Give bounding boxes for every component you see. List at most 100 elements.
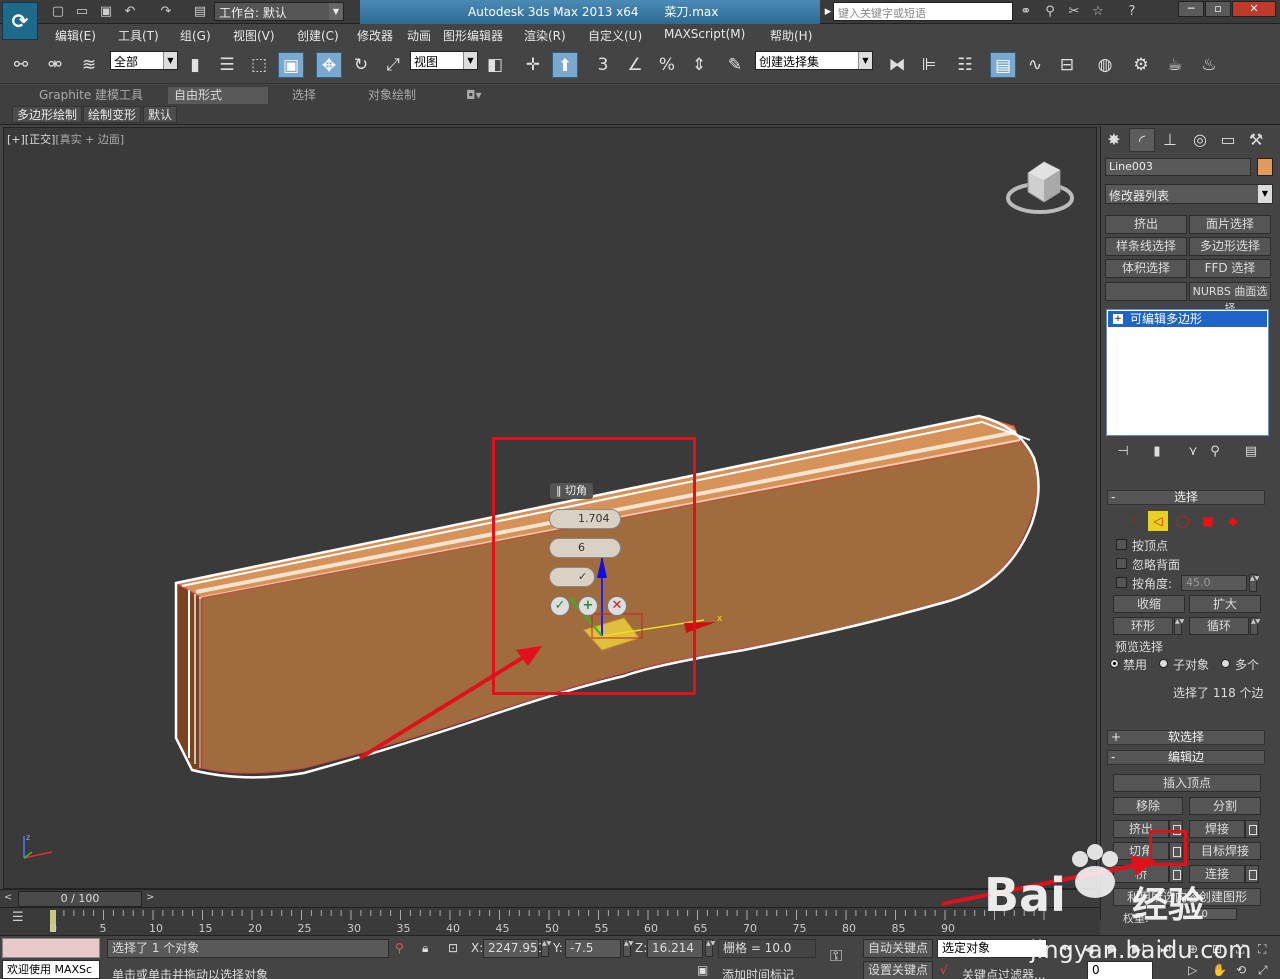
rendered-frame-icon[interactable]: ☕ bbox=[1162, 52, 1188, 78]
fov-icon[interactable]: ▷ bbox=[1188, 963, 1197, 977]
x-spinner[interactable]: ▲▼ bbox=[541, 939, 551, 957]
pivot-center-icon[interactable]: ◧ bbox=[482, 52, 508, 78]
set-key-button[interactable]: 设置关键点 bbox=[863, 961, 933, 979]
menu-group[interactable]: 组(G) bbox=[180, 27, 211, 44]
new-file-icon[interactable]: ▢ bbox=[50, 4, 66, 20]
material-editor-icon[interactable]: ◍ bbox=[1092, 52, 1118, 78]
named-selection-select[interactable]: 创建选择集 ▼ bbox=[755, 51, 873, 70]
by-vertex-checkbox[interactable] bbox=[1116, 539, 1127, 550]
menu-graph-editors[interactable]: 图形编辑器 bbox=[443, 27, 503, 44]
object-name-input[interactable]: Line003 bbox=[1105, 158, 1251, 176]
ribbon-sub-defaults[interactable]: 默认 bbox=[143, 106, 178, 123]
connect-button[interactable]: 连接 bbox=[1189, 865, 1245, 883]
modifier-stack[interactable]: + 可编辑多边形 bbox=[1106, 309, 1269, 436]
weight-field[interactable]: 1.0 bbox=[1187, 908, 1237, 920]
absolute-mode-icon[interactable]: ⊡ bbox=[448, 941, 458, 955]
curve-editor-icon[interactable]: ∿ bbox=[1022, 52, 1048, 78]
help-icon[interactable]: ? bbox=[1124, 4, 1140, 20]
selection-filter-select[interactable]: 全部 ▼ bbox=[110, 51, 178, 70]
open-file-icon[interactable]: ▭ bbox=[74, 4, 90, 20]
mod-spline-select-button[interactable]: 样条线选择 bbox=[1105, 237, 1187, 256]
maxscript-mini-listener[interactable]: 欢迎使用 MAXSc bbox=[2, 960, 100, 979]
close-button[interactable]: ✕ bbox=[1232, 1, 1276, 17]
angle-snap-icon[interactable]: ∠ bbox=[622, 52, 648, 78]
select-manipulate-icon[interactable]: ✛ bbox=[520, 52, 546, 78]
add-time-tag[interactable]: 添加时间标记 bbox=[722, 966, 794, 979]
border-subobj-icon[interactable]: ◯ bbox=[1173, 511, 1193, 531]
y-spinner[interactable]: ▲▼ bbox=[623, 939, 633, 957]
render-teapot-icon[interactable]: ♨ bbox=[1196, 52, 1222, 78]
mod-patch-select-button[interactable]: 面片选择 bbox=[1189, 215, 1271, 234]
key-filters-button[interactable]: 关键点过滤器... bbox=[962, 966, 1045, 979]
minimize-button[interactable]: ─ bbox=[1178, 1, 1204, 17]
motion-tab-icon[interactable]: ◎ bbox=[1187, 128, 1213, 152]
vertex-subobj-icon[interactable]: ⁖ bbox=[1123, 511, 1143, 531]
percent-snap-icon[interactable]: % bbox=[654, 52, 680, 78]
shrink-button[interactable]: 收缩 bbox=[1113, 595, 1185, 613]
mod-ffd-select-button[interactable]: FFD 选择 bbox=[1189, 259, 1271, 278]
menu-views[interactable]: 视图(V) bbox=[233, 27, 275, 44]
orbit-icon[interactable]: ⟲ bbox=[1236, 963, 1246, 977]
rollout-edit-edges[interactable]: - 编辑边 bbox=[1107, 750, 1265, 765]
goto-start-icon[interactable]: ⏮ bbox=[1060, 942, 1071, 957]
workspace-select[interactable]: 工作台: 默认 ▼ bbox=[214, 2, 344, 21]
z-coord-field[interactable]: 16.214 bbox=[647, 939, 703, 958]
ribbon-sub-paint-deform[interactable]: 绘制变形 bbox=[83, 106, 142, 123]
align-icon[interactable]: ⊫ bbox=[916, 52, 942, 78]
rollout-soft-selection[interactable]: + 软选择 bbox=[1107, 730, 1265, 745]
ref-coord-select[interactable]: 视图 ▼ bbox=[410, 51, 478, 70]
redo-icon[interactable]: ↷ bbox=[158, 4, 174, 20]
menu-modifiers[interactable]: 修改器 bbox=[357, 27, 393, 44]
menu-help[interactable]: 帮助(H) bbox=[770, 27, 812, 44]
render-setup-icon[interactable]: ⚙ bbox=[1128, 52, 1154, 78]
keyboard-shortcut-icon[interactable]: ⬆ bbox=[552, 52, 578, 78]
binoculars-icon[interactable]: ⚭ bbox=[1018, 4, 1034, 20]
ignore-backface-checkbox[interactable] bbox=[1116, 558, 1127, 569]
slider-left-icon[interactable]: < bbox=[4, 892, 12, 903]
menu-maxscript[interactable]: MAXScript(M) bbox=[664, 27, 745, 41]
object-color-swatch[interactable] bbox=[1257, 158, 1273, 176]
key-icon[interactable]: ⚲ bbox=[1042, 4, 1058, 20]
mod-poly-select-button[interactable]: 多边形选择 bbox=[1189, 237, 1271, 256]
time-slider-thumb[interactable]: 0 / 100 bbox=[18, 891, 142, 907]
move-icon[interactable]: ✥ bbox=[316, 52, 342, 78]
set-key-big-icon[interactable]: ⚿ bbox=[830, 946, 842, 966]
rotate-icon[interactable]: ↻ bbox=[348, 52, 374, 78]
star-icon[interactable]: ☆ bbox=[1090, 4, 1106, 20]
key-tangent-icon[interactable]: √ bbox=[940, 963, 948, 977]
angle-spinner[interactable]: ▲▼ bbox=[1249, 574, 1259, 592]
unlink-icon[interactable]: ⚮ bbox=[42, 52, 68, 78]
link-icon[interactable]: ⚯ bbox=[8, 52, 34, 78]
time-tag-icon[interactable]: ▣ bbox=[697, 963, 708, 977]
menu-customize[interactable]: 自定义(U) bbox=[588, 27, 642, 44]
menu-animation[interactable]: 动画 bbox=[407, 27, 431, 44]
mod-extrude-button[interactable]: 挤出 bbox=[1105, 215, 1187, 234]
mirror-icon[interactable]: ⧓ bbox=[884, 52, 910, 78]
maximize-viewport-icon[interactable]: ⤢ bbox=[1258, 963, 1268, 978]
spinner-snap-icon[interactable]: ⇕ bbox=[686, 52, 712, 78]
modifier-list-select[interactable]: 修改器列表 ▼ bbox=[1105, 184, 1273, 204]
expand-plus-icon[interactable]: + bbox=[1113, 314, 1123, 324]
menu-edit[interactable]: 编辑(E) bbox=[55, 27, 96, 44]
create-tab-icon[interactable]: ✸ bbox=[1101, 128, 1127, 152]
maxscript-listener[interactable] bbox=[2, 938, 100, 958]
insert-vertex-button[interactable]: 插入顶点 bbox=[1113, 774, 1261, 792]
y-coord-field[interactable]: -7.5 bbox=[565, 939, 621, 958]
bridge-settings-button[interactable] bbox=[1169, 865, 1183, 883]
target-weld-button[interactable]: 目标焊接 bbox=[1189, 842, 1261, 860]
utilities-tab-icon[interactable]: ⚒ bbox=[1243, 128, 1269, 152]
menu-tools[interactable]: 工具(T) bbox=[118, 27, 159, 44]
ribbon-tab-freeform[interactable]: 自由形式 bbox=[168, 87, 268, 104]
key-target-select[interactable]: 选定对象 bbox=[937, 939, 1047, 958]
rollout-selection[interactable]: - 选择 bbox=[1107, 490, 1265, 505]
split-button[interactable]: 分割 bbox=[1189, 797, 1261, 815]
mod-empty-button[interactable] bbox=[1105, 282, 1187, 301]
maximize-button[interactable]: ▫ bbox=[1205, 1, 1231, 17]
preview-off-radio[interactable] bbox=[1110, 659, 1119, 668]
track-bar-menu-icon[interactable]: ☰ bbox=[12, 910, 24, 925]
goto-end-icon[interactable]: ⏭ bbox=[1160, 942, 1171, 957]
play-animation-icon[interactable]: ▶ bbox=[1108, 942, 1117, 956]
schematic-view-icon[interactable]: ⊟ bbox=[1054, 52, 1080, 78]
ring-spinner[interactable]: ▲▼ bbox=[1174, 617, 1184, 635]
configure-sets-icon[interactable]: ▤ bbox=[1241, 444, 1261, 462]
